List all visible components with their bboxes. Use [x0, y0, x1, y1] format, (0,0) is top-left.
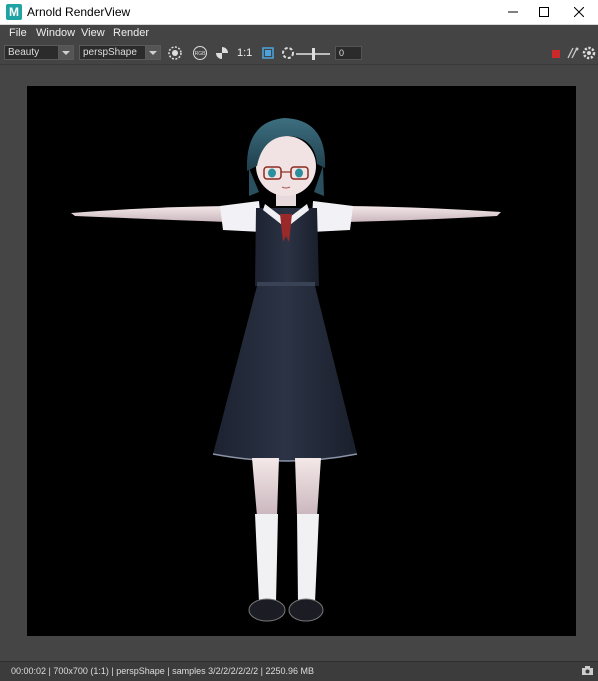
maya-app-icon: M [6, 4, 22, 20]
svg-text:RGB: RGB [195, 51, 207, 57]
aov-dropdown-value: Beauty [8, 47, 40, 58]
minimize-icon [508, 11, 518, 13]
minimize-button[interactable] [496, 0, 530, 24]
status-bar: 00:00:02 | 700x700 (1:1) | perspShape | … [0, 661, 598, 681]
rgb-channel-icon[interactable]: RGB [192, 45, 208, 61]
refresh-render-icon[interactable] [167, 45, 183, 61]
maximize-icon [539, 7, 549, 17]
chevron-down-icon [58, 46, 73, 59]
menu-view[interactable]: View [81, 27, 105, 39]
character-render [71, 118, 501, 622]
render-image[interactable] [27, 86, 576, 636]
stop-render-icon[interactable] [552, 50, 560, 58]
render-viewport [0, 65, 598, 661]
settings-icon[interactable] [581, 45, 597, 61]
window-title: Arnold RenderView [27, 5, 131, 19]
ratio-label[interactable]: 1:1 [237, 47, 252, 59]
chevron-down-icon [145, 46, 160, 59]
menu-render[interactable]: Render [113, 27, 149, 39]
menu-bar: File Window View Render [0, 25, 598, 42]
title-bar: M Arnold RenderView [0, 0, 598, 25]
exposure-slider-handle[interactable] [312, 48, 315, 60]
ipr-icon[interactable] [565, 45, 581, 61]
camera-dropdown[interactable]: perspShape [79, 45, 161, 60]
exposure-value-field[interactable]: 0 [335, 46, 362, 60]
crop-region-icon[interactable] [260, 45, 276, 61]
aov-dropdown[interactable]: Beauty [4, 45, 74, 60]
close-icon [574, 7, 584, 17]
menu-window[interactable]: Window [36, 27, 75, 39]
status-text: 00:00:02 | 700x700 (1:1) | perspShape | … [11, 666, 315, 676]
camera-dropdown-value: perspShape [83, 47, 137, 58]
checker-icon[interactable] [214, 45, 230, 61]
maximize-button[interactable] [527, 0, 561, 24]
snapshot-camera-icon[interactable] [582, 666, 593, 675]
menu-file[interactable]: File [9, 27, 27, 39]
exposure-icon [282, 47, 294, 59]
toolbar: Beauty perspShape RGB 1:1 0 [0, 42, 598, 65]
close-button[interactable] [562, 0, 596, 24]
